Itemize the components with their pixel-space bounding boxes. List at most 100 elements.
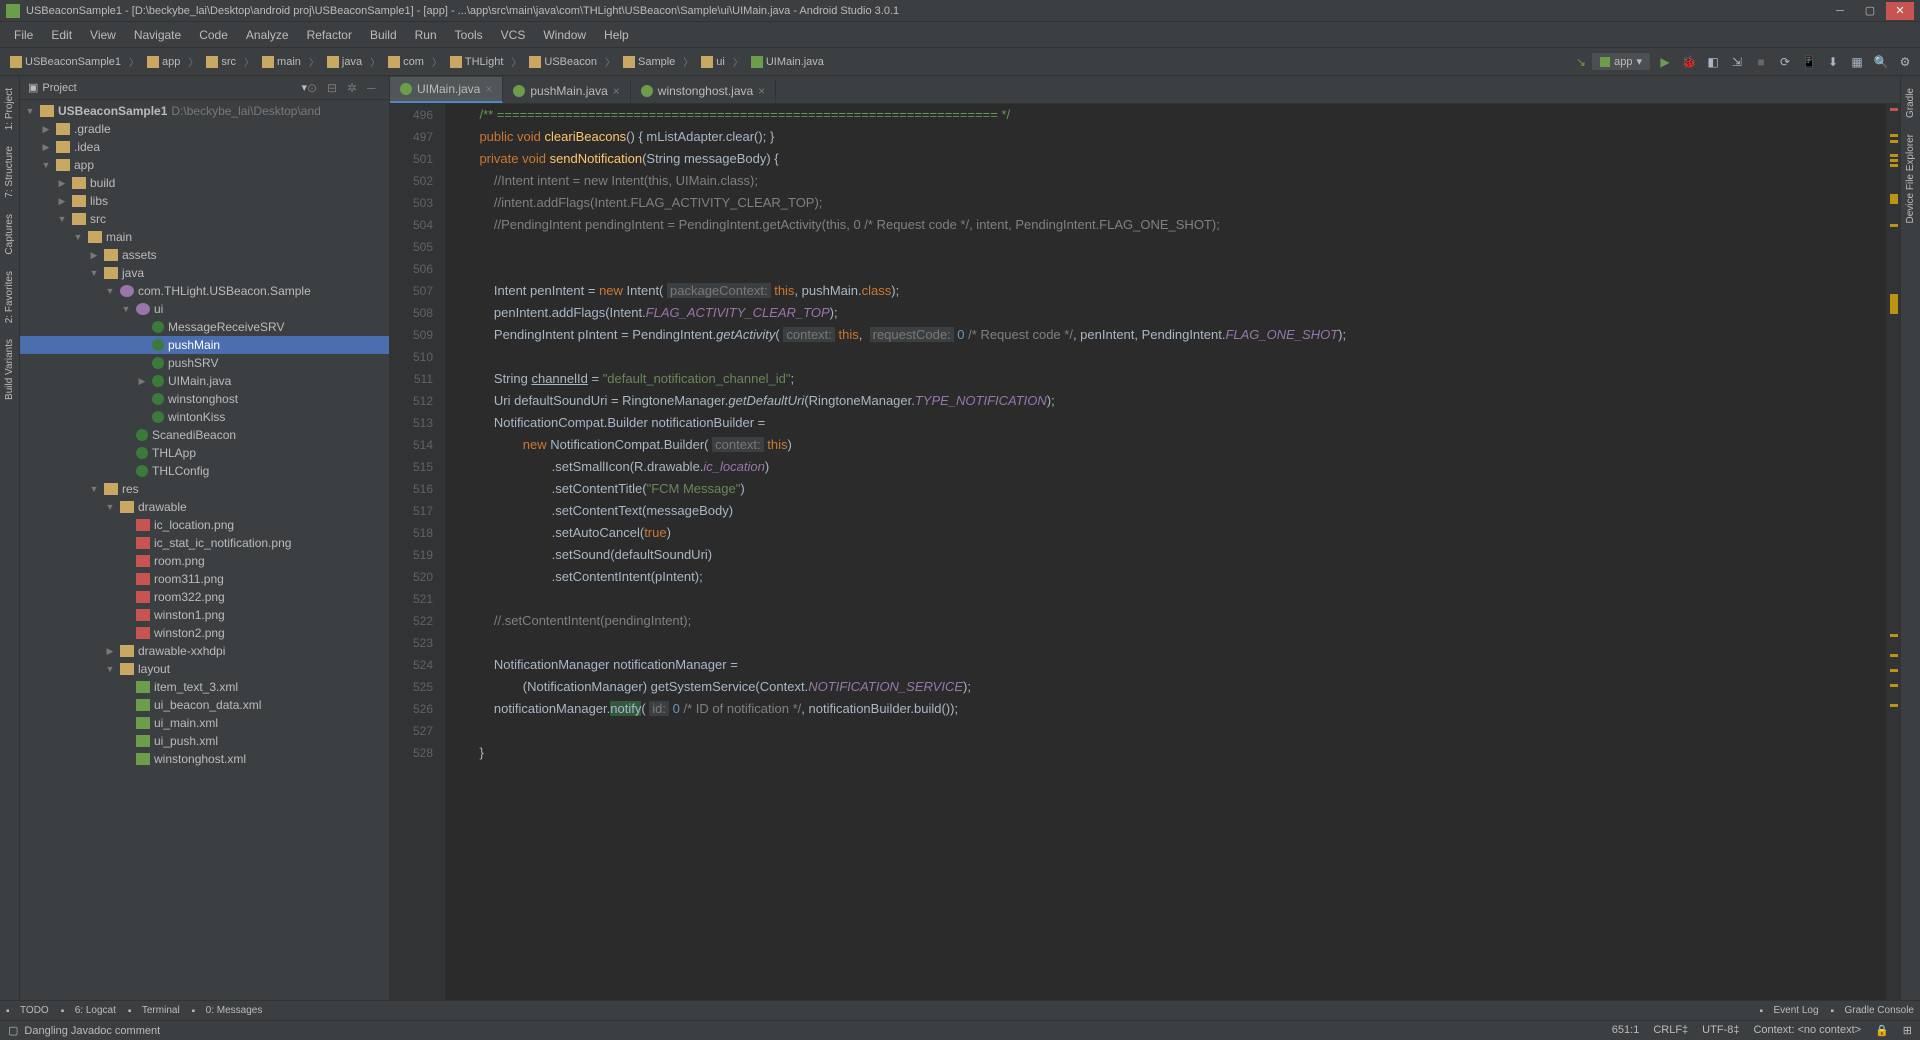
- tool-window-tab[interactable]: Device File Explorer: [1905, 126, 1916, 231]
- breadcrumb-item[interactable]: java: [323, 54, 366, 70]
- code-line[interactable]: public void cleariBeacons() { mListAdapt…: [465, 126, 1886, 148]
- collapse-all-icon[interactable]: ⊟: [327, 81, 341, 95]
- code-line[interactable]: [465, 720, 1886, 742]
- warning-marker[interactable]: [1890, 194, 1898, 204]
- menu-item-analyze[interactable]: Analyze: [238, 25, 297, 45]
- warning-marker[interactable]: [1890, 704, 1898, 707]
- warning-marker[interactable]: [1890, 634, 1898, 637]
- tree-node[interactable]: ic_stat_ic_notification.png: [20, 534, 389, 552]
- line-number[interactable]: 515: [390, 456, 433, 478]
- line-number[interactable]: 524: [390, 654, 433, 676]
- tree-node[interactable]: ▶build: [20, 174, 389, 192]
- tree-node[interactable]: winston2.png: [20, 624, 389, 642]
- tool-window-tab[interactable]: Gradle: [1905, 80, 1916, 126]
- breadcrumb-item[interactable]: Sample: [619, 54, 679, 70]
- warning-marker[interactable]: [1890, 154, 1898, 157]
- sync-gradle-button[interactable]: ⟳: [1776, 53, 1794, 71]
- status-cell[interactable]: CRLF‡: [1653, 1024, 1688, 1037]
- debug-button[interactable]: 🐞: [1680, 53, 1698, 71]
- tree-node[interactable]: ▶.idea: [20, 138, 389, 156]
- expand-arrow-icon[interactable]: ▼: [120, 304, 132, 314]
- project-tree[interactable]: ▼ USBeaconSample1 D:\beckybe_lai\Desktop…: [20, 100, 389, 1000]
- expand-arrow-icon[interactable]: ▶: [104, 646, 116, 657]
- code-line[interactable]: //intent.addFlags(Intent.FLAG_ACTIVITY_C…: [465, 192, 1886, 214]
- run-button[interactable]: ▶: [1656, 53, 1674, 71]
- menu-item-navigate[interactable]: Navigate: [126, 25, 189, 45]
- code-line[interactable]: //PendingIntent pendingIntent = PendingI…: [465, 214, 1886, 236]
- warning-marker[interactable]: [1890, 159, 1898, 162]
- code-line[interactable]: .setAutoCancel(true): [465, 522, 1886, 544]
- profile-button[interactable]: ◧: [1704, 53, 1722, 71]
- settings-icon[interactable]: ⚙: [1896, 53, 1914, 71]
- tool-window-tab[interactable]: Captures: [4, 206, 15, 263]
- code-line[interactable]: Intent penIntent = new Intent( packageCo…: [465, 280, 1886, 302]
- close-tab-icon[interactable]: ×: [758, 84, 765, 98]
- tree-node[interactable]: ▼com.THLight.USBeacon.Sample: [20, 282, 389, 300]
- error-marker[interactable]: [1890, 108, 1898, 111]
- code-line[interactable]: }: [465, 742, 1886, 764]
- tree-node[interactable]: ▼app: [20, 156, 389, 174]
- memory-indicator[interactable]: ⊞: [1903, 1024, 1912, 1037]
- line-number[interactable]: 519: [390, 544, 433, 566]
- expand-arrow-icon[interactable]: ▼: [88, 268, 100, 278]
- line-number[interactable]: 523: [390, 632, 433, 654]
- menu-item-tools[interactable]: Tools: [447, 25, 491, 45]
- warning-marker[interactable]: [1890, 654, 1898, 657]
- code-line[interactable]: [465, 236, 1886, 258]
- tree-node[interactable]: room.png: [20, 552, 389, 570]
- search-everywhere-button[interactable]: 🔍: [1872, 53, 1890, 71]
- menu-item-view[interactable]: View: [82, 25, 124, 45]
- code-line[interactable]: NotificationCompat.Builder notificationB…: [465, 412, 1886, 434]
- sdk-manager-button[interactable]: ⬇: [1824, 53, 1842, 71]
- tree-node[interactable]: room322.png: [20, 588, 389, 606]
- line-number[interactable]: 517: [390, 500, 433, 522]
- tree-node[interactable]: ui_main.xml: [20, 714, 389, 732]
- line-number[interactable]: 509: [390, 324, 433, 346]
- editor-tab[interactable]: winstonghost.java×: [631, 79, 776, 103]
- warning-marker[interactable]: [1890, 140, 1898, 143]
- expand-arrow-icon[interactable]: ▶: [40, 142, 52, 153]
- code-line[interactable]: .setSmallIcon(R.drawable.ic_location): [465, 456, 1886, 478]
- bottom-tool-tab[interactable]: ▪Event Log: [1759, 1005, 1818, 1016]
- tree-node[interactable]: ui_push.xml: [20, 732, 389, 750]
- expand-arrow-icon[interactable]: ▼: [104, 286, 116, 296]
- code-line[interactable]: NotificationManager notificationManager …: [465, 654, 1886, 676]
- menu-item-edit[interactable]: Edit: [43, 25, 80, 45]
- editor-tab[interactable]: UIMain.java×: [390, 77, 503, 103]
- line-number[interactable]: 512: [390, 390, 433, 412]
- bottom-tool-tab[interactable]: ▪Gradle Console: [1831, 1005, 1914, 1016]
- tree-node[interactable]: ▼drawable: [20, 498, 389, 516]
- breadcrumb-item[interactable]: com: [384, 54, 428, 70]
- expand-arrow-icon[interactable]: ▶: [88, 250, 100, 261]
- breadcrumb-item[interactable]: USBeacon: [525, 54, 601, 70]
- status-cell[interactable]: UTF-8‡: [1702, 1024, 1739, 1037]
- line-number[interactable]: 527: [390, 720, 433, 742]
- menu-item-code[interactable]: Code: [191, 25, 236, 45]
- warning-marker[interactable]: [1890, 134, 1898, 137]
- line-number[interactable]: 497: [390, 126, 433, 148]
- tree-node[interactable]: ▼main: [20, 228, 389, 246]
- warning-marker[interactable]: [1890, 684, 1898, 687]
- warning-marker[interactable]: [1890, 224, 1898, 227]
- menu-item-window[interactable]: Window: [535, 25, 594, 45]
- code-line[interactable]: [465, 258, 1886, 280]
- line-number[interactable]: 506: [390, 258, 433, 280]
- make-project-icon[interactable]: ↘: [1576, 55, 1586, 69]
- tree-node[interactable]: ▼layout: [20, 660, 389, 678]
- breadcrumb-item[interactable]: USBeaconSample1: [6, 54, 125, 70]
- breadcrumb-item[interactable]: ui: [697, 54, 729, 70]
- expand-arrow-icon[interactable]: ▼: [40, 160, 52, 170]
- status-cell[interactable]: 651:1: [1612, 1024, 1640, 1037]
- breadcrumb-item[interactable]: UIMain.java: [747, 54, 828, 70]
- expand-arrow-icon[interactable]: ▼: [56, 214, 68, 224]
- tool-window-tab[interactable]: 7: Structure: [4, 138, 15, 206]
- code-line[interactable]: Uri defaultSoundUri = RingtoneManager.ge…: [465, 390, 1886, 412]
- line-number[interactable]: 505: [390, 236, 433, 258]
- line-number[interactable]: 507: [390, 280, 433, 302]
- close-button[interactable]: ✕: [1886, 2, 1914, 20]
- line-number[interactable]: 526: [390, 698, 433, 720]
- tool-window-tab[interactable]: 1: Project: [4, 80, 15, 138]
- line-number[interactable]: 525: [390, 676, 433, 698]
- expand-arrow-icon[interactable]: ▶: [40, 124, 52, 135]
- menu-item-build[interactable]: Build: [362, 25, 405, 45]
